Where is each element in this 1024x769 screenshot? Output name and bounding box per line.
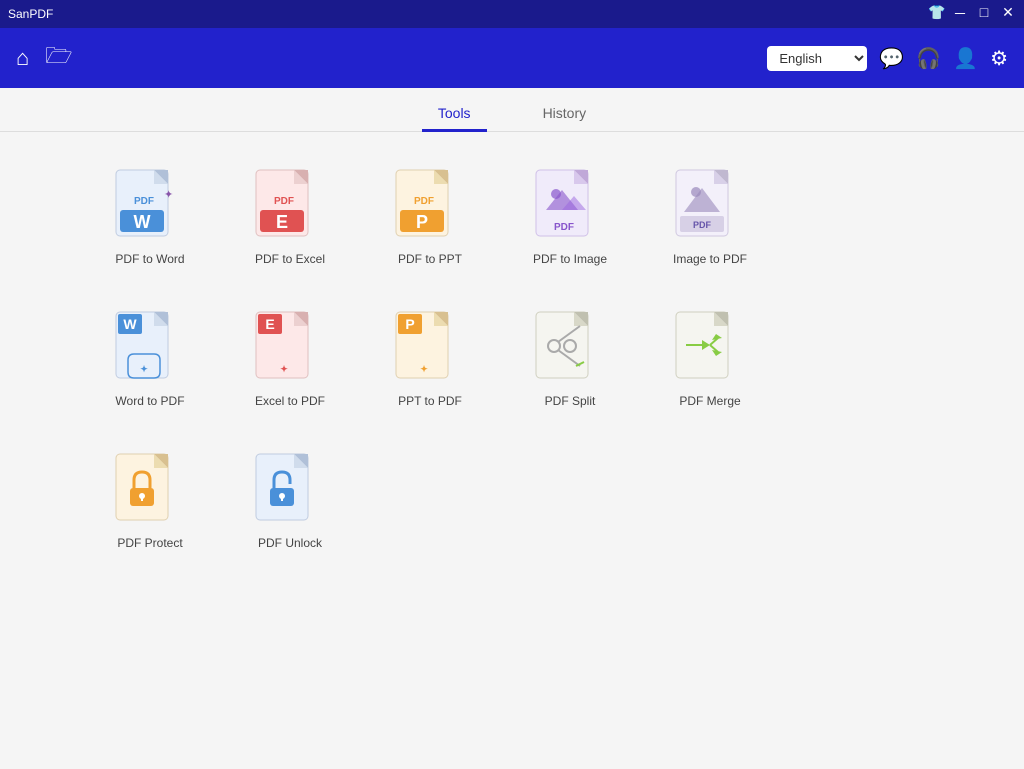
window-controls: 👕 － □ ✕ (928, 4, 1016, 24)
home-icon[interactable]: ⌂ (16, 45, 29, 71)
tool-ppt-to-pdf[interactable]: P ✦ PPT to PDF (360, 294, 500, 416)
titlebar: SanPDF 👕 － □ ✕ (0, 0, 1024, 28)
tool-pdf-to-excel[interactable]: E PDF PDF to Excel (220, 152, 360, 274)
maximize-button[interactable]: □ (976, 4, 992, 24)
svg-text:PDF: PDF (134, 196, 154, 207)
pdf-to-excel-label: PDF to Excel (255, 252, 325, 266)
pdf-to-image-icon: PDF (534, 168, 606, 252)
tab-tools[interactable]: Tools (422, 97, 487, 132)
pdf-to-ppt-icon: P PDF (394, 168, 466, 252)
svg-text:PDF: PDF (693, 220, 712, 230)
svg-text:✦: ✦ (280, 364, 288, 374)
svg-text:W: W (134, 212, 151, 232)
svg-text:PDF: PDF (274, 196, 294, 207)
excel-to-pdf-label: Excel to PDF (255, 394, 325, 408)
word-to-pdf-icon: W ✦ (114, 310, 186, 394)
pdf-to-ppt-label: PDF to PPT (398, 252, 462, 266)
svg-text:PDF: PDF (414, 196, 434, 207)
tool-pdf-to-image[interactable]: PDF PDF to Image (500, 152, 640, 274)
settings-icon[interactable]: ⚙ (990, 46, 1008, 71)
ppt-to-pdf-icon: P ✦ (394, 310, 466, 394)
chat-icon[interactable]: 💬 (879, 46, 904, 71)
pdf-protect-label: PDF Protect (117, 536, 182, 550)
app-title: SanPDF (8, 7, 53, 21)
language-selector[interactable]: English Chinese Japanese French German (767, 46, 867, 71)
pdf-to-excel-icon: E PDF (254, 168, 326, 252)
tools-row-3: PDF Protect PDF Unlock (80, 436, 944, 558)
tools-row-1: W ✦ PDF PDF to Word E PDF PDF to Excel (80, 152, 944, 274)
pdf-merge-icon (674, 310, 746, 394)
pdf-unlock-icon (254, 452, 326, 536)
image-to-pdf-icon: PDF (674, 168, 746, 252)
tool-pdf-split[interactable]: PDF Split (500, 294, 640, 416)
ppt-to-pdf-label: PPT to PDF (398, 394, 462, 408)
tools-row-2: W ✦ Word to PDF E ✦ Excel to PDF (80, 294, 944, 416)
tab-history[interactable]: History (527, 97, 603, 132)
tool-excel-to-pdf[interactable]: E ✦ Excel to PDF (220, 294, 360, 416)
svg-text:P: P (405, 316, 414, 332)
tool-pdf-to-ppt[interactable]: P PDF PDF to PPT (360, 152, 500, 274)
toolbar: ⌂ 🗁 English Chinese Japanese French Germ… (0, 28, 1024, 88)
pdf-merge-label: PDF Merge (679, 394, 740, 408)
svg-text:W: W (123, 316, 137, 332)
pdf-to-word-label: PDF to Word (115, 252, 184, 266)
excel-to-pdf-icon: E ✦ (254, 310, 326, 394)
toolbar-right: English Chinese Japanese French German 💬… (767, 46, 1008, 71)
folder-icon[interactable]: 🗁 (45, 39, 72, 77)
pdf-to-word-icon: W ✦ PDF (114, 168, 186, 252)
tool-pdf-protect[interactable]: PDF Protect (80, 436, 220, 558)
tool-word-to-pdf[interactable]: W ✦ Word to PDF (80, 294, 220, 416)
headphone-icon[interactable]: 🎧 (916, 46, 941, 71)
tool-image-to-pdf[interactable]: PDF Image to PDF (640, 152, 780, 274)
svg-text:E: E (265, 316, 274, 332)
svg-text:E: E (276, 212, 288, 232)
svg-text:✦: ✦ (140, 364, 148, 374)
svg-text:P: P (416, 212, 428, 232)
main-content: W ✦ PDF PDF to Word E PDF PDF to Excel (0, 132, 1024, 769)
svg-text:✦: ✦ (420, 364, 428, 374)
tool-pdf-unlock[interactable]: PDF Unlock (220, 436, 360, 558)
pdf-to-image-label: PDF to Image (533, 252, 607, 266)
user-icon[interactable]: 👤 (953, 46, 978, 71)
svg-text:✦: ✦ (164, 189, 173, 201)
pdf-split-icon (534, 310, 606, 394)
shirt-icon: 👕 (928, 4, 944, 24)
word-to-pdf-label: Word to PDF (115, 394, 184, 408)
close-button[interactable]: ✕ (1000, 4, 1016, 24)
toolbar-left: ⌂ 🗁 (16, 39, 73, 77)
tab-bar: Tools History (0, 88, 1024, 132)
tool-pdf-merge[interactable]: PDF Merge (640, 294, 780, 416)
pdf-split-label: PDF Split (545, 394, 596, 408)
svg-text:PDF: PDF (554, 222, 574, 233)
image-to-pdf-label: Image to PDF (673, 252, 747, 266)
tool-pdf-to-word[interactable]: W ✦ PDF PDF to Word (80, 152, 220, 274)
minimize-button[interactable]: － (952, 4, 968, 24)
pdf-protect-icon (114, 452, 186, 536)
pdf-unlock-label: PDF Unlock (258, 536, 322, 550)
